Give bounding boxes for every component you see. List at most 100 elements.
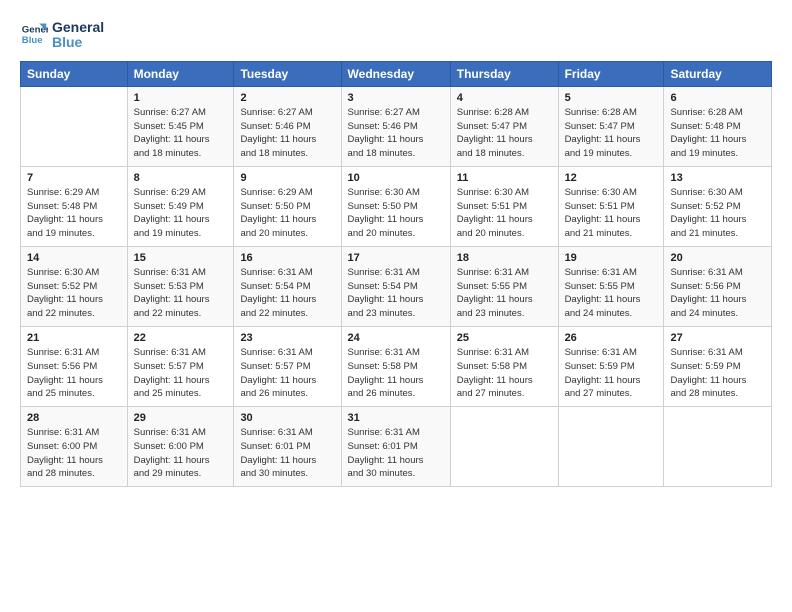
day-number: 19 [565,252,658,264]
day-number: 31 [348,412,444,424]
svg-text:Blue: Blue [22,35,43,46]
day-number: 10 [348,172,444,184]
day-info: Sunrise: 6:31 AMSunset: 5:55 PMDaylight:… [457,266,552,321]
day-number: 16 [240,252,334,264]
day-number: 17 [348,252,444,264]
day-info: Sunrise: 6:31 AMSunset: 5:54 PMDaylight:… [348,266,444,321]
day-info: Sunrise: 6:31 AMSunset: 5:59 PMDaylight:… [670,346,765,401]
calendar-cell: 23 Sunrise: 6:31 AMSunset: 5:57 PMDayligh… [234,326,341,406]
calendar-cell [450,407,558,487]
day-number: 3 [348,92,444,104]
calendar-cell: 1Sunrise: 6:27 AMSunset: 5:45 PMDaylight… [127,86,234,166]
calendar-cell [558,407,664,487]
calendar-cell: 15 Sunrise: 6:31 AMSunset: 5:53 PMDayligh… [127,246,234,326]
calendar-cell: 18 Sunrise: 6:31 AMSunset: 5:55 PMDayligh… [450,246,558,326]
weekday-header: Thursday [450,61,558,86]
day-info: Sunrise: 6:31 AMSunset: 5:59 PMDaylight:… [565,346,658,401]
day-number: 20 [670,252,765,264]
day-number: 18 [457,252,552,264]
day-info: Sunrise: 6:31 AMSunset: 6:01 PMDaylight:… [348,426,444,481]
day-number: 8 [134,172,228,184]
calendar-cell: 24 Sunrise: 6:31 AMSunset: 5:58 PMDayligh… [341,326,450,406]
day-number: 28 [27,412,121,424]
calendar-cell: 17 Sunrise: 6:31 AMSunset: 5:54 PMDayligh… [341,246,450,326]
logo-line2: Blue [52,35,104,50]
day-info: Sunrise: 6:31 AMSunset: 5:57 PMDaylight:… [240,346,334,401]
day-info: Sunrise: 6:31 AMSunset: 5:54 PMDaylight:… [240,266,334,321]
weekday-header: Friday [558,61,664,86]
day-number: 27 [670,332,765,344]
day-number: 26 [565,332,658,344]
day-info: Sunrise: 6:31 AMSunset: 6:00 PMDaylight:… [27,426,121,481]
calendar-cell: 4 Sunrise: 6:28 AMSunset: 5:47 PMDaylight… [450,86,558,166]
calendar-cell: 14 Sunrise: 6:30 AMSunset: 5:52 PMDayligh… [21,246,128,326]
logo: General Blue General Blue [20,18,104,51]
day-info: Sunrise: 6:31 AMSunset: 6:00 PMDaylight:… [134,426,228,481]
weekday-header: Wednesday [341,61,450,86]
calendar-cell [664,407,772,487]
calendar-cell: 13 Sunrise: 6:30 AMSunset: 5:52 PMDayligh… [664,166,772,246]
day-info: Sunrise: 6:28 AMSunset: 5:47 PMDaylight:… [565,106,658,161]
calendar-cell: 11 Sunrise: 6:30 AMSunset: 5:51 PMDayligh… [450,166,558,246]
day-number: 7 [27,172,121,184]
day-number: 5 [565,92,658,104]
day-number: 22 [134,332,228,344]
day-number: 4 [457,92,552,104]
day-info: Sunrise: 6:29 AMSunset: 5:49 PMDaylight:… [134,186,228,241]
calendar-cell: 3 Sunrise: 6:27 AMSunset: 5:46 PMDaylight… [341,86,450,166]
day-number: 12 [565,172,658,184]
day-info: Sunrise: 6:27 AMSunset: 5:46 PMDaylight:… [240,106,334,161]
day-number: 11 [457,172,552,184]
calendar-cell: 25 Sunrise: 6:31 AMSunset: 5:58 PMDayligh… [450,326,558,406]
calendar-cell: 8 Sunrise: 6:29 AMSunset: 5:49 PMDaylight… [127,166,234,246]
weekday-header: Monday [127,61,234,86]
weekday-header: Tuesday [234,61,341,86]
day-number: 29 [134,412,228,424]
day-number: 23 [240,332,334,344]
day-info: Sunrise: 6:31 AMSunset: 5:55 PMDaylight:… [565,266,658,321]
day-info: Sunrise: 6:30 AMSunset: 5:52 PMDaylight:… [27,266,121,321]
logo-line1: General [52,20,104,35]
day-info: Sunrise: 6:30 AMSunset: 5:51 PMDaylight:… [457,186,552,241]
calendar-cell: 29 Sunrise: 6:31 AMSunset: 6:00 PMDayligh… [127,407,234,487]
day-number: 13 [670,172,765,184]
calendar-cell [21,86,128,166]
day-info: Sunrise: 6:31 AMSunset: 5:58 PMDaylight:… [348,346,444,401]
day-number: 21 [27,332,121,344]
calendar-cell: 30 Sunrise: 6:31 AMSunset: 6:01 PMDayligh… [234,407,341,487]
calendar-cell: 2 Sunrise: 6:27 AMSunset: 5:46 PMDaylight… [234,86,341,166]
day-number: 14 [27,252,121,264]
calendar-cell: 9 Sunrise: 6:29 AMSunset: 5:50 PMDaylight… [234,166,341,246]
calendar-cell: 31 Sunrise: 6:31 AMSunset: 6:01 PMDayligh… [341,407,450,487]
day-number: 2 [240,92,334,104]
day-info: Sunrise: 6:28 AMSunset: 5:48 PMDaylight:… [670,106,765,161]
logo-icon: General Blue [20,20,48,48]
day-number: 1 [134,92,228,104]
day-number: 25 [457,332,552,344]
day-number: 9 [240,172,334,184]
calendar-cell: 22 Sunrise: 6:31 AMSunset: 5:57 PMDayligh… [127,326,234,406]
calendar: SundayMondayTuesdayWednesdayThursdayFrid… [20,61,772,487]
day-info: Sunrise: 6:27 AMSunset: 5:46 PMDaylight:… [348,106,444,161]
calendar-cell: 27 Sunrise: 6:31 AMSunset: 5:59 PMDayligh… [664,326,772,406]
day-info: Sunrise: 6:30 AMSunset: 5:51 PMDaylight:… [565,186,658,241]
day-number: 15 [134,252,228,264]
day-info: Sunrise: 6:31 AMSunset: 5:58 PMDaylight:… [457,346,552,401]
weekday-header: Saturday [664,61,772,86]
day-info: Sunrise: 6:31 AMSunset: 5:57 PMDaylight:… [134,346,228,401]
day-info: Sunrise: 6:29 AMSunset: 5:50 PMDaylight:… [240,186,334,241]
calendar-cell: 19 Sunrise: 6:31 AMSunset: 5:55 PMDayligh… [558,246,664,326]
calendar-cell: 7Sunrise: 6:29 AMSunset: 5:48 PMDaylight… [21,166,128,246]
calendar-cell: 28 Sunrise: 6:31 AMSunset: 6:00 PMDayligh… [21,407,128,487]
calendar-cell: 10Sunrise: 6:30 AMSunset: 5:50 PMDayligh… [341,166,450,246]
day-info: Sunrise: 6:31 AMSunset: 5:53 PMDaylight:… [134,266,228,321]
day-number: 6 [670,92,765,104]
day-info: Sunrise: 6:31 AMSunset: 6:01 PMDaylight:… [240,426,334,481]
day-number: 30 [240,412,334,424]
header: General Blue General Blue [20,18,772,51]
day-info: Sunrise: 6:30 AMSunset: 5:52 PMDaylight:… [670,186,765,241]
day-info: Sunrise: 6:28 AMSunset: 5:47 PMDaylight:… [457,106,552,161]
calendar-cell: 20Sunrise: 6:31 AMSunset: 5:56 PMDayligh… [664,246,772,326]
calendar-cell: 6 Sunrise: 6:28 AMSunset: 5:48 PMDaylight… [664,86,772,166]
day-number: 24 [348,332,444,344]
